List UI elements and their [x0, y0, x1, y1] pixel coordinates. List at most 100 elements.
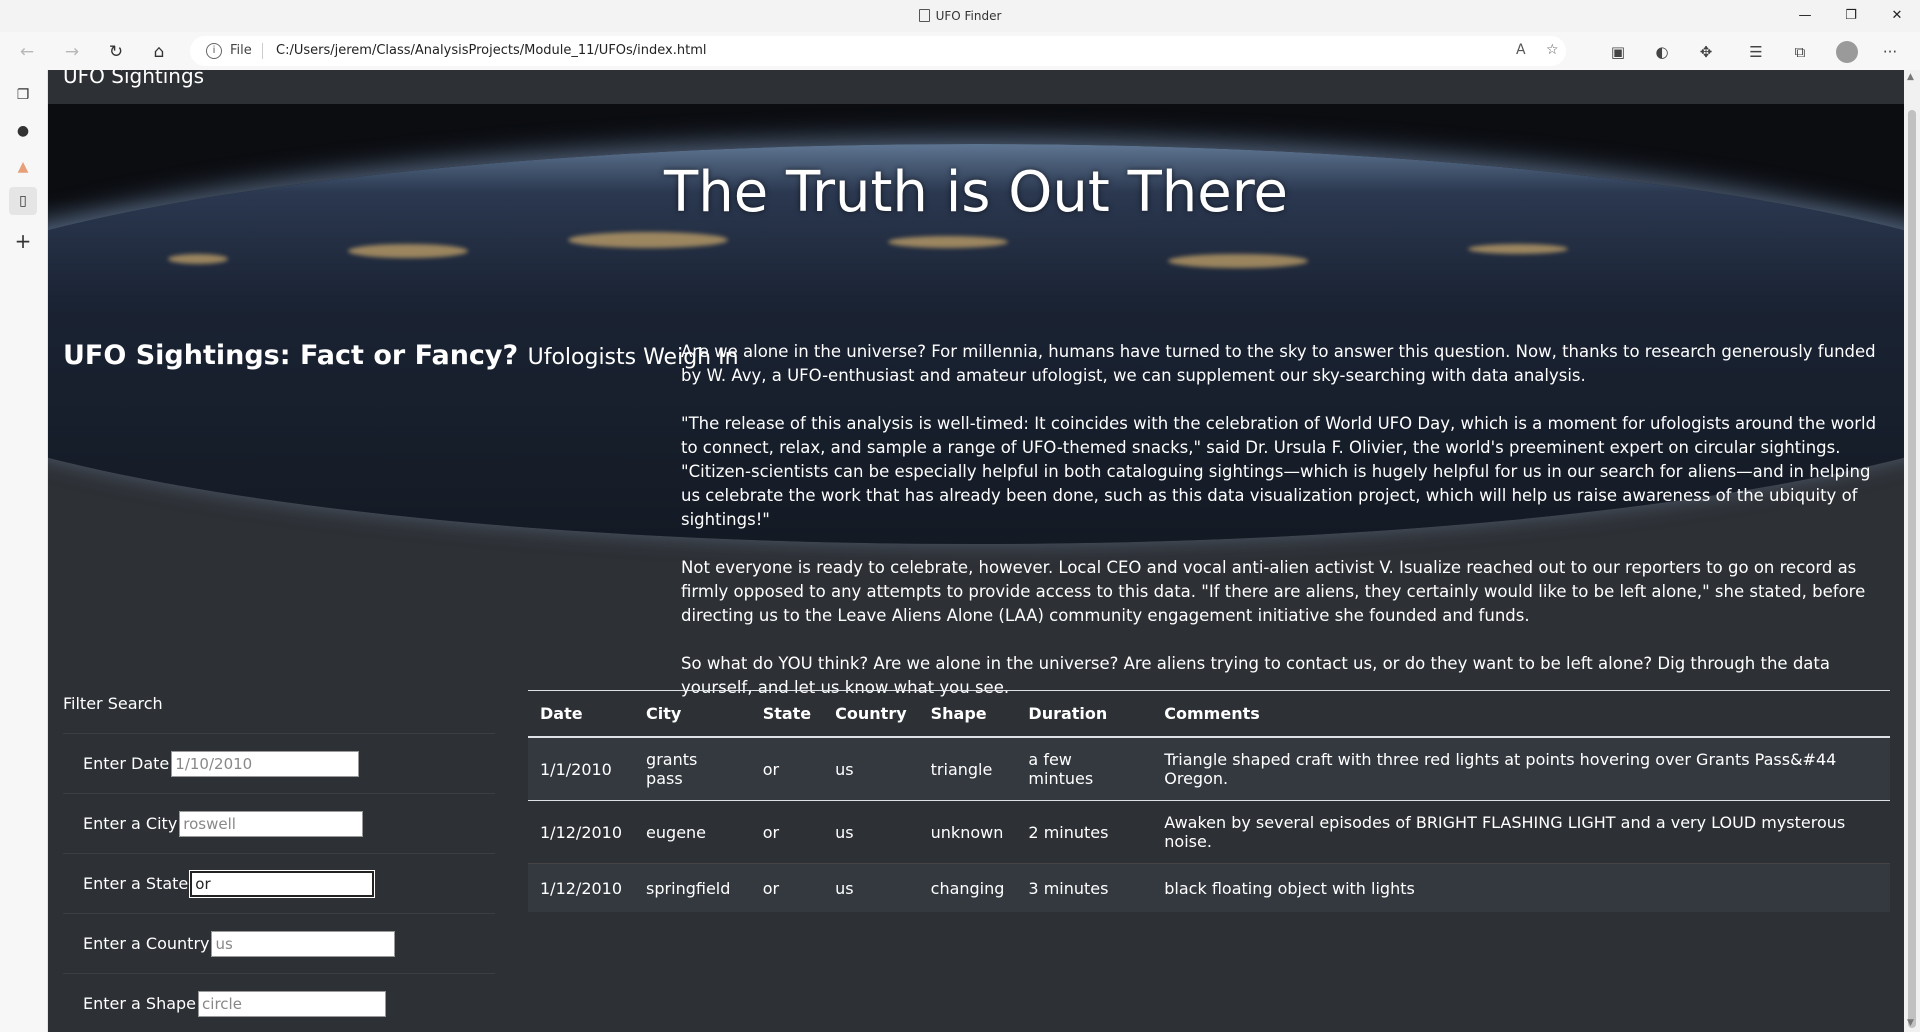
column-header: State	[750, 690, 824, 738]
add-tab-icon[interactable]: +	[12, 230, 34, 252]
heading-main: UFO Sightings: Fact or Fancy?	[63, 340, 519, 371]
table-cell: changing	[918, 863, 1017, 912]
browser-essentials-icon[interactable]: ◐	[1652, 42, 1672, 62]
github-icon[interactable]: ●	[12, 120, 34, 142]
date-input[interactable]	[171, 750, 360, 777]
filter-search-title: Filter Search	[63, 694, 163, 713]
table-header-row: Date City State Country Shape Duration C…	[528, 690, 1890, 738]
profile-avatar[interactable]	[1836, 41, 1858, 63]
read-aloud-icon[interactable]: A	[1516, 42, 1526, 58]
web-page: UFO Sightings The Truth is Out There UFO…	[48, 70, 1904, 1032]
forward-icon[interactable]: →	[61, 41, 83, 63]
city-lights	[888, 236, 1008, 248]
table-cell: us	[823, 800, 919, 864]
article-body: Are we alone in the universe? For millen…	[681, 340, 1891, 724]
table-row: 1/12/2010 springfield or us changing 3 m…	[528, 863, 1890, 912]
article-paragraph: "The release of this analysis is well-ti…	[681, 414, 1877, 529]
tab-list-icon[interactable]: ❐	[12, 84, 34, 106]
filter-row-city: Enter a City	[63, 793, 495, 853]
filter-row-date: Enter Date	[63, 733, 495, 793]
navbar-brand[interactable]: UFO Sightings	[63, 70, 204, 88]
table-cell: 1/12/2010	[528, 800, 635, 864]
scroll-down-arrow-icon[interactable]: ▼	[1907, 1018, 1914, 1028]
country-input[interactable]	[211, 930, 396, 957]
restore-button[interactable]: ❐	[1828, 0, 1874, 32]
page-scrollbar[interactable]: ▲ ▼	[1904, 70, 1920, 1032]
favorites-icon[interactable]: ☰	[1746, 42, 1766, 62]
table-cell: black floating object with lights	[1152, 863, 1890, 912]
pinned-site-icon[interactable]: ▲	[12, 156, 34, 178]
table-cell: a few mintues	[1016, 736, 1153, 801]
table-row: 1/12/2010 eugene or us unknown 2 minutes…	[528, 800, 1890, 864]
hero-title: The Truth is Out There	[664, 160, 1288, 225]
tab-actions-icon[interactable]: ▣	[1608, 42, 1628, 62]
hero-banner: The Truth is Out There	[48, 104, 1904, 544]
refresh-icon[interactable]: ↻	[105, 41, 127, 63]
url-scheme-label: File	[230, 43, 252, 58]
collections-icon[interactable]: ⧉	[1790, 42, 1810, 62]
column-header: Date	[528, 690, 635, 738]
page-icon	[918, 9, 930, 22]
column-header: Duration	[1016, 690, 1153, 738]
minimize-button[interactable]: —	[1782, 0, 1828, 32]
table-cell: unknown	[918, 800, 1017, 864]
table-cell: springfield	[634, 863, 751, 912]
city-label: Enter a City	[83, 814, 178, 833]
table-cell: grants pass	[634, 736, 751, 801]
column-header: Shape	[918, 690, 1017, 738]
table-cell: 3 minutes	[1016, 863, 1153, 912]
table-cell: 1/12/2010	[528, 863, 635, 912]
table-cell: Awaken by several episodes of BRIGHT FLA…	[1152, 800, 1890, 864]
column-header: Country	[823, 690, 919, 738]
shape-label: Enter a Shape	[83, 994, 197, 1013]
more-menu-icon[interactable]: ···	[1880, 42, 1900, 62]
table-cell: triangle	[918, 736, 1017, 801]
filter-row-country: Enter a Country	[63, 913, 495, 973]
table-cell: eugene	[634, 800, 751, 864]
address-bar[interactable]: i File C:/Users/jerem/Class/AnalysisProj…	[190, 36, 1566, 66]
city-lights	[1168, 254, 1308, 268]
table-row: 1/1/2010 grants pass or us triangle a fe…	[528, 736, 1890, 801]
city-lights	[168, 254, 228, 264]
article-paragraph: Are we alone in the universe? For millen…	[681, 342, 1876, 385]
favorite-star-icon[interactable]: ☆	[1546, 42, 1559, 58]
browser-toolbar: ← → ↻ ⌂ i File C:/Users/jerem/Class/Anal…	[0, 32, 1920, 71]
column-header: Comments	[1152, 690, 1890, 738]
filter-row-state: Enter a State	[63, 853, 495, 913]
ufo-table: Date City State Country Shape Duration C…	[528, 690, 1890, 912]
table-cell: or	[750, 736, 824, 801]
window-title: UFO Finder	[935, 9, 1002, 23]
current-page-icon[interactable]: ▯	[9, 187, 37, 215]
scroll-up-arrow-icon[interactable]: ▲	[1907, 72, 1914, 82]
country-label: Enter a Country	[83, 934, 210, 953]
article-paragraph: Not everyone is ready to celebrate, howe…	[681, 558, 1866, 625]
city-lights	[568, 232, 728, 248]
state-label: Enter a State	[83, 874, 189, 893]
table-cell: us	[823, 736, 919, 801]
city-input[interactable]	[179, 810, 364, 837]
table-cell: or	[750, 800, 824, 864]
window-title-wrap: UFO Finder	[0, 9, 1920, 23]
extensions-icon[interactable]: ✥	[1696, 42, 1716, 62]
info-icon[interactable]: i	[206, 43, 222, 59]
url-text[interactable]: C:/Users/jerem/Class/AnalysisProjects/Mo…	[276, 43, 707, 58]
close-button[interactable]: ✕	[1874, 0, 1920, 32]
home-icon[interactable]: ⌂	[148, 41, 170, 63]
column-header: City	[634, 690, 751, 738]
url-separator	[262, 43, 263, 59]
table-cell: us	[823, 863, 919, 912]
shape-input[interactable]	[198, 990, 387, 1017]
back-icon[interactable]: ←	[16, 41, 38, 63]
browser-sidebar: ❐ ● ▲ ▯ +	[0, 70, 48, 1032]
filter-row-shape: Enter a Shape	[63, 973, 495, 1032]
table-cell: or	[750, 863, 824, 912]
window-titlebar: UFO Finder — ❐ ✕	[0, 0, 1920, 32]
filter-form: Enter Date Enter a City Enter a State En…	[63, 733, 495, 1032]
article-heading: UFO Sightings: Fact or Fancy? Ufologists…	[63, 340, 739, 371]
table-cell: Triangle shaped craft with three red lig…	[1152, 736, 1890, 801]
state-input[interactable]	[189, 869, 376, 898]
table-cell: 2 minutes	[1016, 800, 1153, 864]
scrollbar-thumb[interactable]	[1908, 110, 1916, 1028]
table-cell: 1/1/2010	[528, 736, 635, 801]
city-lights	[1468, 244, 1568, 254]
